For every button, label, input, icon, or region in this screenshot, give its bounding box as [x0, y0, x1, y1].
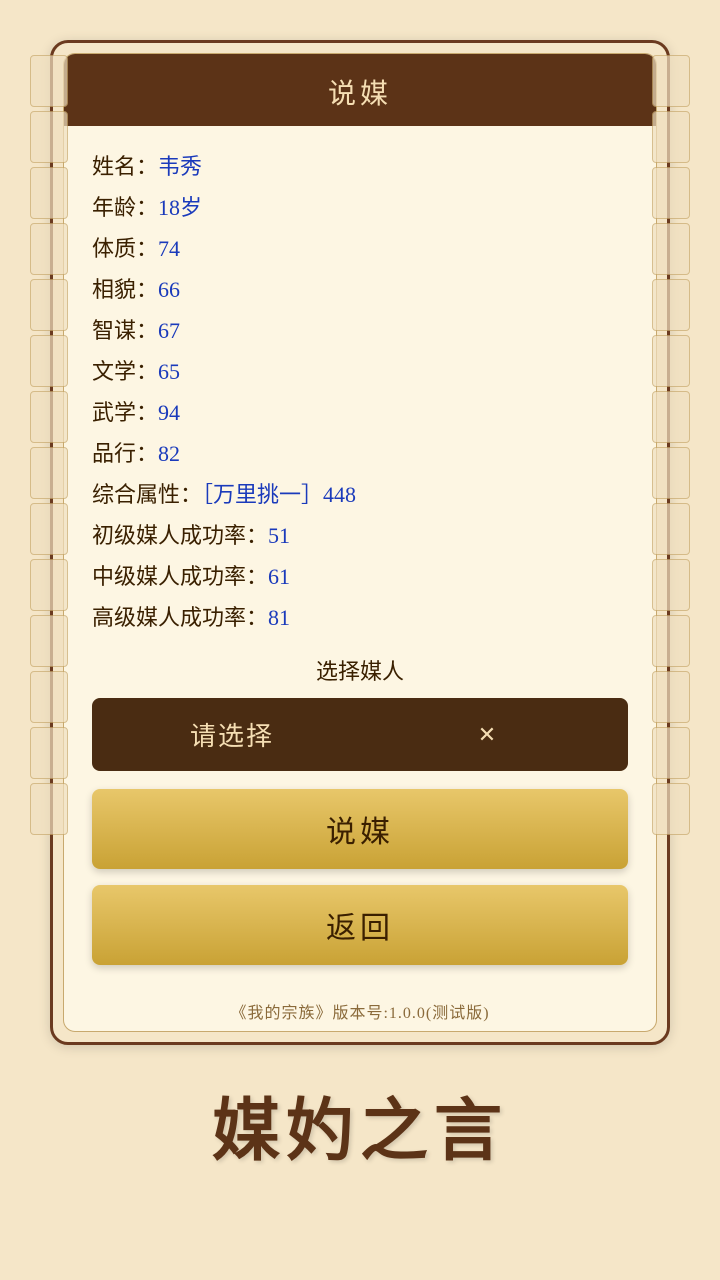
stat-martial: 武学：94 — [92, 396, 628, 429]
dialog-title: 说媒 — [64, 54, 656, 126]
matchmaker-select[interactable]: 请选择 ✕ — [92, 698, 628, 771]
left-tiles — [30, 55, 68, 835]
close-icon: ✕ — [364, 722, 612, 748]
appearance-value: 66 — [158, 277, 180, 302]
card-body: 姓名：韦秀 年龄：18岁 体质：74 相貌：66 智谋：67 文学：65 武学：… — [64, 126, 656, 985]
stat-conduct: 品行：82 — [92, 437, 628, 470]
right-tiles — [652, 55, 690, 835]
martial-value: 94 — [158, 400, 180, 425]
select-placeholder: 请选择 — [108, 716, 356, 753]
outer-frame: 说媒 姓名：韦秀 年龄：18岁 体质：74 相貌：66 智谋：67 文学：65 … — [50, 40, 670, 1045]
stat-physique: 体质：74 — [92, 232, 628, 265]
age-label: 年龄： — [92, 195, 158, 220]
stat-literature: 文学：65 — [92, 355, 628, 388]
version-text: 《我的宗族》版本号:1.0.0(测试版) — [64, 985, 656, 1031]
senior-label: 高级媒人成功率： — [92, 605, 268, 630]
stat-mid: 中级媒人成功率：61 — [92, 560, 628, 593]
composite-bracket: ［万里挑一］ — [202, 482, 323, 507]
matchmake-button[interactable]: 说媒 — [92, 789, 628, 869]
bottom-title: 媒妁之言 — [212, 1075, 508, 1174]
select-label: 选择媒人 — [92, 654, 628, 686]
physique-label: 体质： — [92, 236, 158, 261]
senior-value: 81 — [268, 605, 290, 630]
literature-label: 文学： — [92, 359, 158, 384]
literature-value: 65 — [158, 359, 180, 384]
stat-senior: 高级媒人成功率：81 — [92, 601, 628, 634]
strategy-value: 67 — [158, 318, 180, 343]
composite-value: 448 — [323, 482, 356, 507]
conduct-label: 品行： — [92, 441, 158, 466]
mid-value: 61 — [268, 564, 290, 589]
strategy-label: 智谋： — [92, 318, 158, 343]
physique-value: 74 — [158, 236, 180, 261]
back-button[interactable]: 返回 — [92, 885, 628, 965]
mid-label: 中级媒人成功率： — [92, 564, 268, 589]
junior-value: 51 — [268, 523, 290, 548]
stat-composite: 综合属性：［万里挑一］448 — [92, 478, 628, 511]
stat-age: 年龄：18岁 — [92, 191, 628, 224]
composite-label: 综合属性： — [92, 482, 202, 507]
appearance-label: 相貌： — [92, 277, 158, 302]
name-value: 韦秀 — [158, 154, 202, 179]
stat-junior: 初级媒人成功率：51 — [92, 519, 628, 552]
inner-card: 说媒 姓名：韦秀 年龄：18岁 体质：74 相貌：66 智谋：67 文学：65 … — [63, 53, 657, 1032]
stat-strategy: 智谋：67 — [92, 314, 628, 347]
stat-name: 姓名：韦秀 — [92, 150, 628, 183]
age-value: 18岁 — [158, 195, 202, 220]
name-label: 姓名： — [92, 154, 158, 179]
stat-appearance: 相貌：66 — [92, 273, 628, 306]
martial-label: 武学： — [92, 400, 158, 425]
junior-label: 初级媒人成功率： — [92, 523, 268, 548]
conduct-value: 82 — [158, 441, 180, 466]
